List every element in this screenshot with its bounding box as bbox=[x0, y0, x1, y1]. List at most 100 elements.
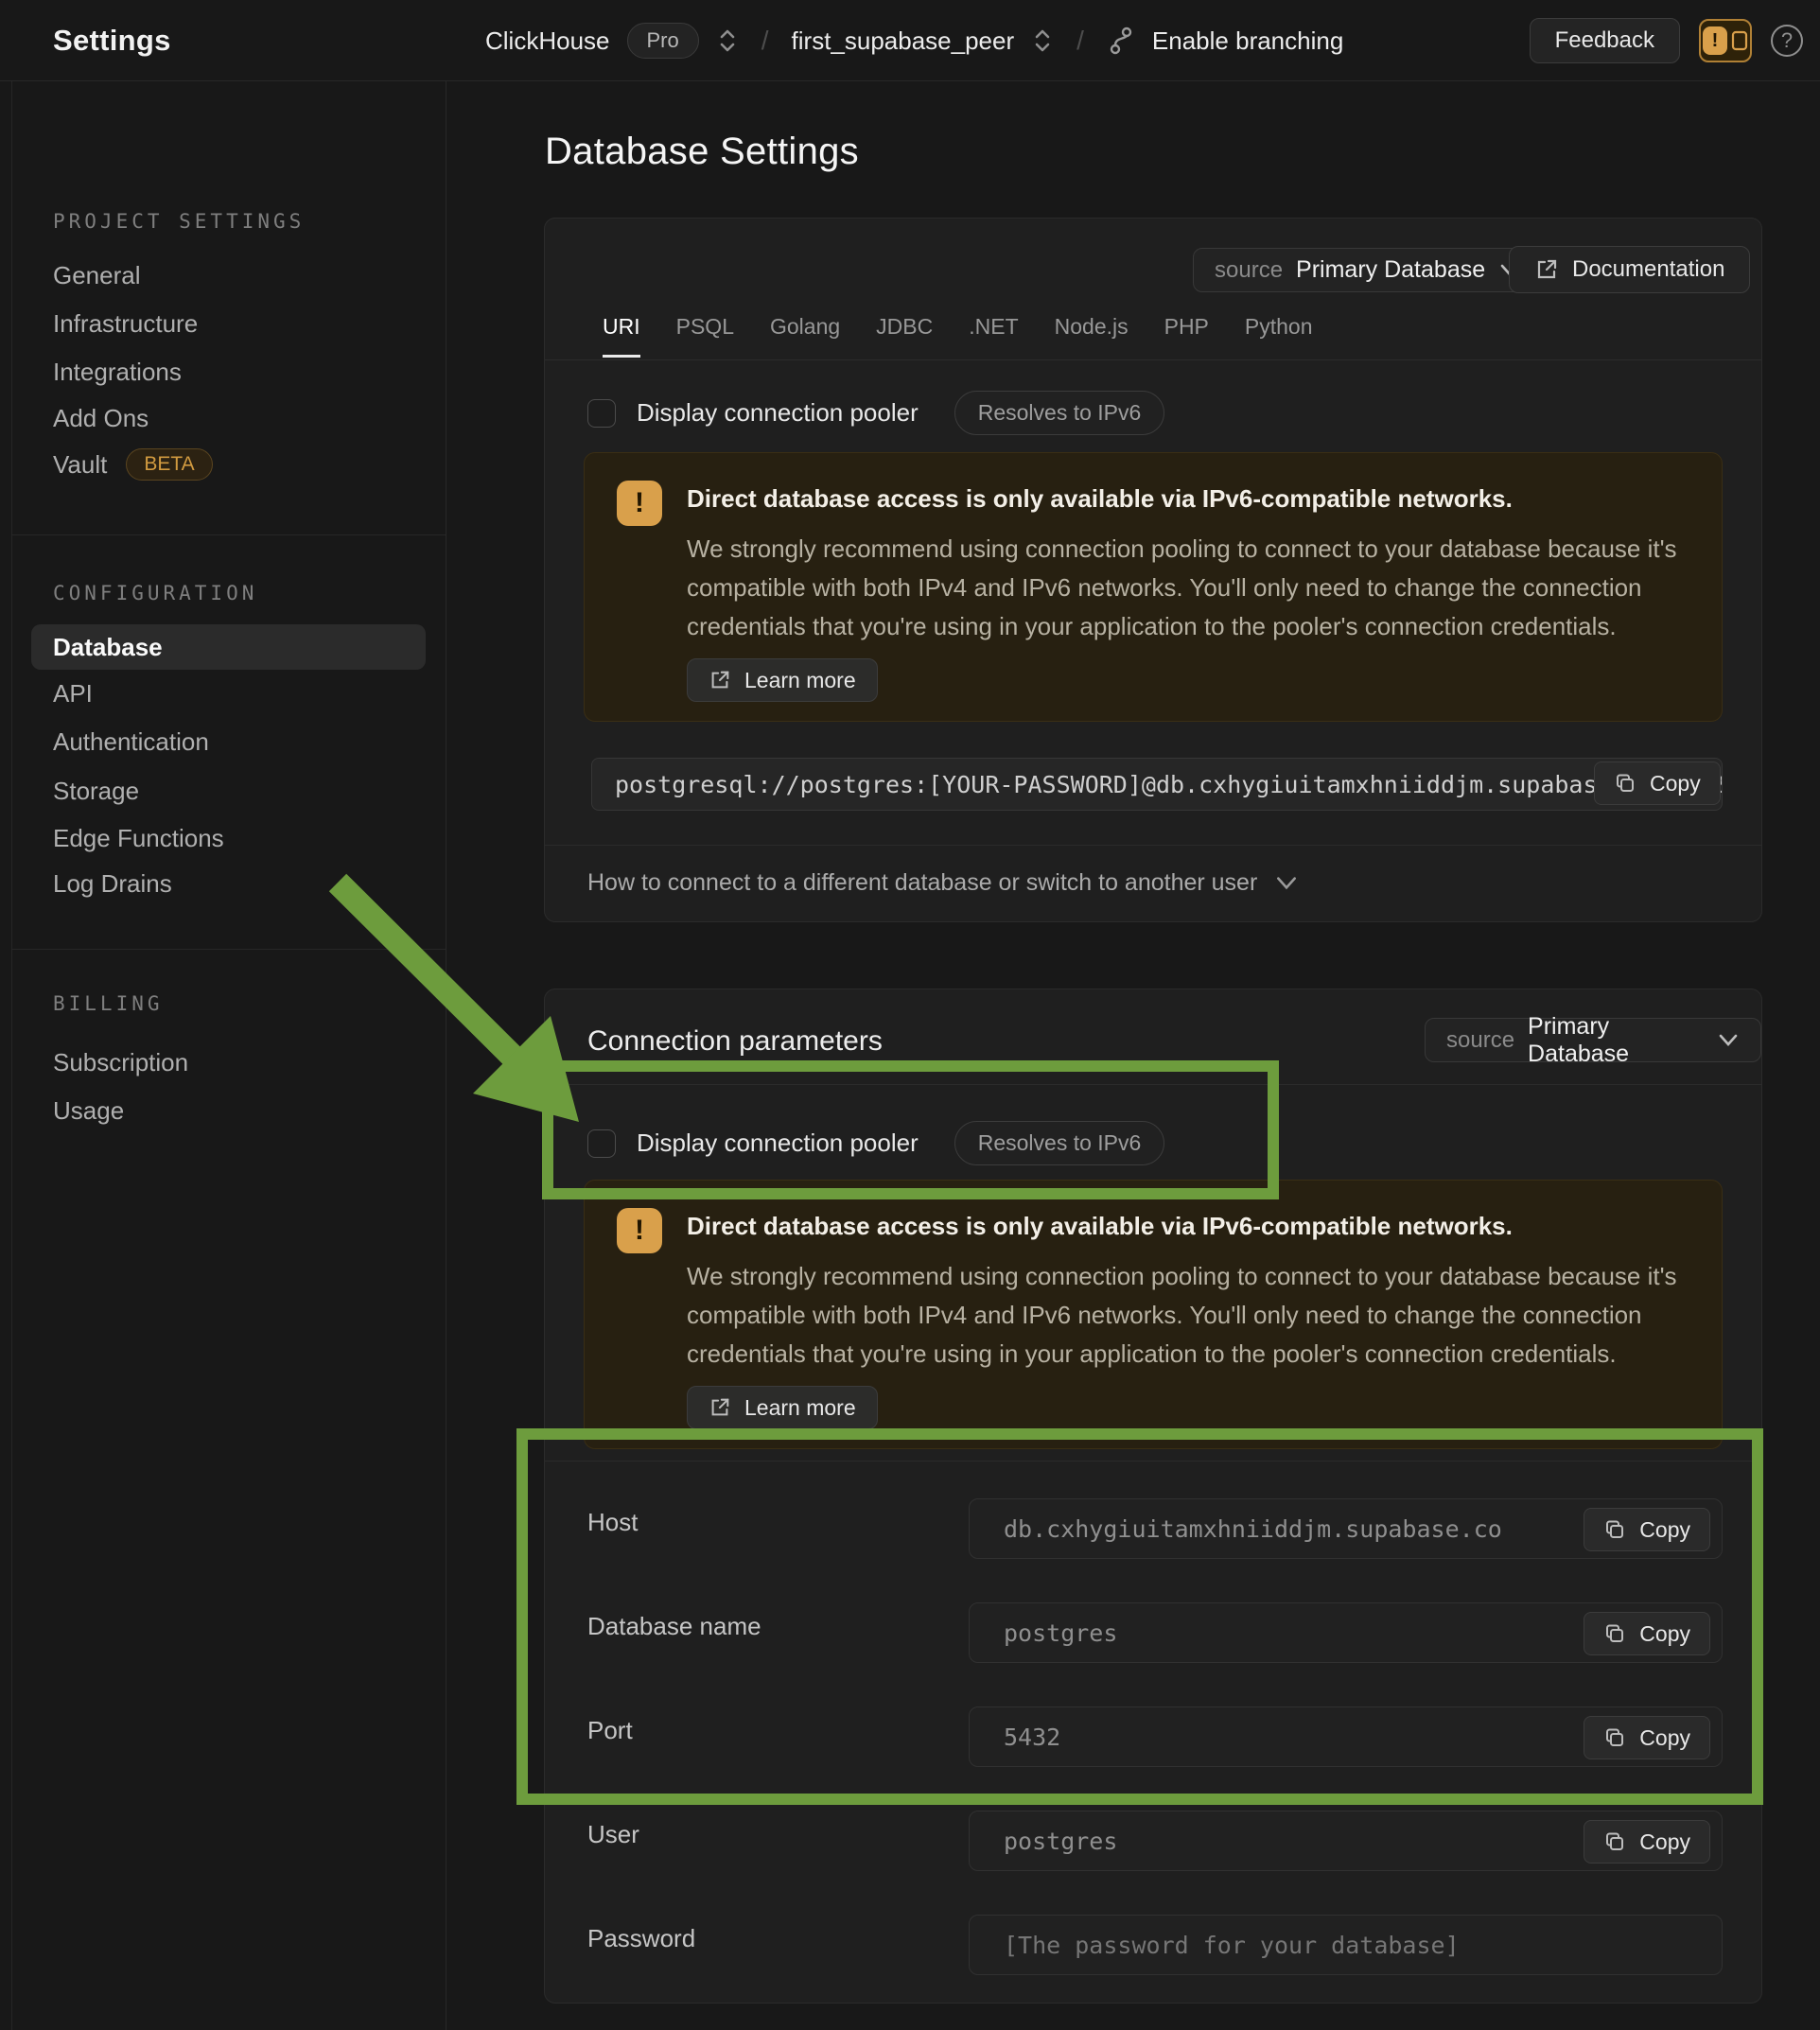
sidebar-item-add-ons[interactable]: Add Ons bbox=[53, 404, 149, 433]
breadcrumb-separator: / bbox=[756, 26, 775, 56]
app-title: Settings bbox=[53, 24, 171, 58]
copy-connection-string-button[interactable]: Copy bbox=[1594, 761, 1721, 805]
password-input[interactable]: [The password for your database] bbox=[969, 1915, 1723, 1975]
help-icon[interactable]: ? bbox=[1771, 25, 1803, 57]
warning-icon: ! bbox=[617, 1208, 662, 1253]
plan-badge: Pro bbox=[627, 23, 699, 59]
port-label: Port bbox=[587, 1716, 633, 1745]
display-connection-pooler-checkbox[interactable] bbox=[587, 399, 616, 428]
breadcrumb-org[interactable]: ClickHouse bbox=[485, 26, 610, 56]
card-divider bbox=[545, 1084, 1761, 1085]
warning-icon: ! bbox=[617, 481, 662, 526]
copy-icon bbox=[1603, 1518, 1626, 1541]
user-input[interactable]: postgres Copy bbox=[969, 1811, 1723, 1871]
display-connection-pooler-checkbox[interactable] bbox=[587, 1129, 616, 1158]
source-select[interactable]: source Primary Database bbox=[1193, 248, 1543, 292]
sidebar-item-vault[interactable]: Vault BETA bbox=[53, 448, 213, 481]
page-title: Database Settings bbox=[545, 131, 859, 173]
header-actions: Feedback ! ? bbox=[1530, 0, 1803, 81]
sidebar-item-edge-functions[interactable]: Edge Functions bbox=[53, 824, 224, 853]
connection-string-card: Connection string source Primary Databas… bbox=[544, 218, 1762, 922]
copy-icon bbox=[1603, 1622, 1626, 1645]
external-link-icon bbox=[709, 1396, 731, 1419]
sidebar-item-general[interactable]: General bbox=[53, 261, 141, 290]
database-name-label: Database name bbox=[587, 1612, 761, 1641]
enable-branching-button[interactable]: Enable branching bbox=[1152, 26, 1343, 56]
connection-parameters-title: Connection parameters bbox=[587, 1025, 883, 1058]
database-name-input[interactable]: postgres Copy bbox=[969, 1602, 1723, 1663]
host-label: Host bbox=[587, 1508, 638, 1537]
section-configuration: CONFIGURATION bbox=[53, 582, 257, 604]
sidebar-rail-divider bbox=[11, 81, 12, 2030]
resolves-ipv6-badge: Resolves to IPv6 bbox=[954, 391, 1165, 435]
copy-icon bbox=[1603, 1830, 1626, 1853]
sidebar-item-infrastructure[interactable]: Infrastructure bbox=[53, 309, 198, 339]
documentation-button[interactable]: Documentation bbox=[1509, 246, 1750, 293]
copy-icon bbox=[1614, 772, 1636, 795]
ipv6-warning-banner: ! Direct database access is only availab… bbox=[584, 452, 1723, 722]
top-header: Settings ClickHouse Pro / first_supabase… bbox=[0, 0, 1820, 81]
resolves-ipv6-badge: Resolves to IPv6 bbox=[954, 1121, 1165, 1165]
connection-help-expander[interactable]: How to connect to a different database o… bbox=[587, 869, 1299, 897]
sidebar-item-database[interactable]: Database bbox=[31, 624, 426, 670]
notifications-alert-icon[interactable]: ! bbox=[1699, 19, 1752, 62]
source-select[interactable]: source Primary Database bbox=[1425, 1018, 1761, 1062]
copy-user-button[interactable]: Copy bbox=[1584, 1820, 1710, 1864]
user-label: User bbox=[587, 1820, 639, 1849]
sidebar-item-storage[interactable]: Storage bbox=[53, 777, 139, 806]
tab-jdbc[interactable]: JDBC bbox=[876, 314, 933, 358]
branch-icon bbox=[1107, 26, 1135, 56]
breadcrumb-separator: / bbox=[1071, 26, 1090, 56]
pooler-label: Display connection pooler bbox=[637, 398, 919, 428]
beta-badge: BETA bbox=[126, 448, 212, 481]
chevron-down-icon bbox=[1274, 875, 1299, 892]
password-label: Password bbox=[587, 1924, 695, 1953]
sidebar-item-api[interactable]: API bbox=[53, 679, 93, 709]
copy-icon bbox=[1603, 1726, 1626, 1749]
connection-type-tabs: URI PSQL Golang JDBC .NET Node.js PHP Py… bbox=[603, 314, 1313, 358]
connection-parameters-card: Connection parameters source Primary Dat… bbox=[544, 989, 1762, 2004]
tab-psql[interactable]: PSQL bbox=[676, 314, 734, 358]
copy-port-button[interactable]: Copy bbox=[1584, 1716, 1710, 1759]
sidebar-item-subscription[interactable]: Subscription bbox=[53, 1048, 188, 1077]
settings-page: Settings ClickHouse Pro / first_supabase… bbox=[0, 0, 1820, 2030]
section-project-settings: PROJECT SETTINGS bbox=[53, 210, 305, 233]
card-divider bbox=[545, 845, 1761, 846]
sidebar-item-usage[interactable]: Usage bbox=[53, 1096, 124, 1126]
sidebar-divider bbox=[11, 949, 446, 950]
tab-uri[interactable]: URI bbox=[603, 314, 640, 358]
breadcrumb-project[interactable]: first_supabase_peer bbox=[792, 26, 1015, 56]
card-divider bbox=[545, 359, 1761, 360]
project-switcher-icon[interactable] bbox=[1031, 27, 1054, 54]
breadcrumb: ClickHouse Pro / first_supabase_peer / E… bbox=[485, 0, 1343, 81]
pooler-checkbox-row: Display connection pooler Resolves to IP… bbox=[587, 391, 1164, 435]
external-link-icon bbox=[709, 669, 731, 691]
connection-string-value[interactable]: postgresql://postgres:[YOUR-PASSWORD]@db… bbox=[591, 758, 1723, 811]
warning-title: Direct database access is only available… bbox=[687, 484, 1513, 514]
tab-golang[interactable]: Golang bbox=[770, 314, 840, 358]
chevron-down-icon bbox=[1717, 1033, 1740, 1048]
port-input[interactable]: 5432 Copy bbox=[969, 1706, 1723, 1767]
sidebar-item-log-drains[interactable]: Log Drains bbox=[53, 869, 172, 899]
settings-sidebar: PROJECT SETTINGS General Infrastructure … bbox=[0, 81, 446, 2030]
warning-title: Direct database access is only available… bbox=[687, 1212, 1513, 1241]
section-billing: BILLING bbox=[53, 992, 164, 1015]
sidebar-item-integrations[interactable]: Integrations bbox=[53, 358, 182, 387]
sidebar-divider bbox=[11, 534, 446, 535]
ipv6-warning-banner: ! Direct database access is only availab… bbox=[584, 1180, 1723, 1449]
copy-database-name-button[interactable]: Copy bbox=[1584, 1612, 1710, 1655]
host-input[interactable]: db.cxhygiuitamxhniiddjm.supabase.co Copy bbox=[969, 1498, 1723, 1559]
warning-body: We strongly recommend using connection p… bbox=[687, 530, 1686, 646]
tab-python[interactable]: Python bbox=[1245, 314, 1313, 358]
sidebar-item-authentication[interactable]: Authentication bbox=[53, 727, 209, 757]
external-link-icon bbox=[1534, 257, 1559, 282]
feedback-button[interactable]: Feedback bbox=[1530, 18, 1680, 63]
tab-php[interactable]: PHP bbox=[1164, 314, 1209, 358]
tab-dotnet[interactable]: .NET bbox=[969, 314, 1018, 358]
learn-more-button[interactable]: Learn more bbox=[687, 658, 878, 702]
tab-nodejs[interactable]: Node.js bbox=[1055, 314, 1129, 358]
copy-host-button[interactable]: Copy bbox=[1584, 1508, 1710, 1551]
pooler-checkbox-row: Display connection pooler Resolves to IP… bbox=[587, 1121, 1164, 1165]
learn-more-button[interactable]: Learn more bbox=[687, 1386, 878, 1429]
org-switcher-icon[interactable] bbox=[716, 27, 739, 54]
